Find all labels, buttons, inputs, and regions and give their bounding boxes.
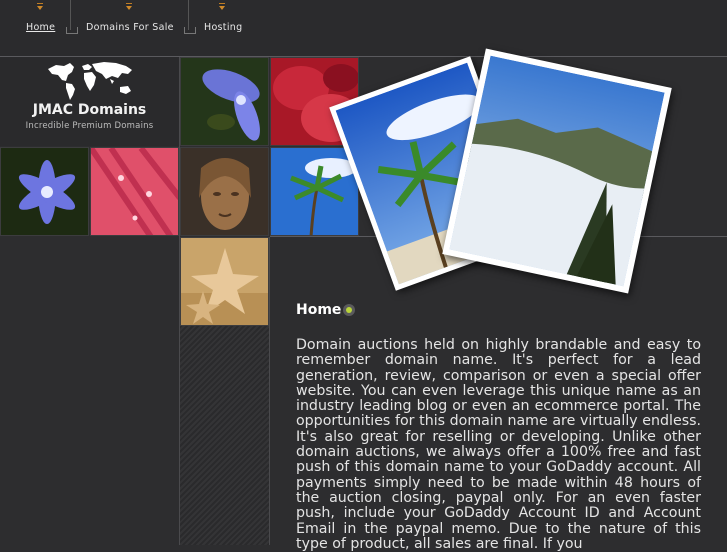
nav-divider-mark bbox=[184, 27, 196, 34]
chevron-down-icon bbox=[37, 3, 43, 10]
blue-flower-image bbox=[1, 148, 88, 235]
nav-divider bbox=[70, 0, 71, 30]
site-title: JMAC Domains bbox=[32, 102, 147, 118]
bullet-icon bbox=[343, 304, 355, 316]
photo-tile-starfish[interactable] bbox=[180, 237, 269, 326]
nav-hosting-link[interactable]: Hosting bbox=[204, 22, 242, 33]
striped-panel bbox=[180, 326, 269, 545]
page-body-text: Domain auctions held on highly brandable… bbox=[296, 337, 701, 552]
nav-home-link[interactable]: Home bbox=[26, 22, 55, 33]
page-title: Home bbox=[296, 302, 342, 318]
site-tagline: Incredible Premium Domains bbox=[25, 121, 154, 131]
palm-trees-image bbox=[271, 148, 358, 235]
photo-tile-palm-trees[interactable] bbox=[270, 147, 359, 236]
statue-face-image bbox=[181, 148, 268, 235]
starfish-image bbox=[181, 238, 268, 325]
chevron-down-icon bbox=[126, 3, 132, 10]
world-map-icon bbox=[48, 62, 132, 100]
coastal-fog-image bbox=[449, 55, 665, 287]
photo-tile-bronze-statue[interactable] bbox=[180, 147, 269, 236]
chevron-down-icon bbox=[219, 3, 225, 10]
nav-divider-mark bbox=[66, 27, 78, 34]
column-divider bbox=[269, 237, 270, 545]
pink-petals-image bbox=[91, 148, 178, 235]
photo-tile-pink-droplets[interactable] bbox=[90, 147, 179, 236]
top-navigation: Home Domains For Sale Hosting bbox=[0, 0, 727, 56]
nav-domains-for-sale-link[interactable]: Domains For Sale bbox=[86, 22, 174, 33]
nav-divider bbox=[188, 0, 189, 30]
blue-flower-image bbox=[181, 58, 268, 145]
site-logo[interactable]: JMAC Domains Incredible Premium Domains bbox=[0, 57, 179, 146]
photo-tile-blue-flower[interactable] bbox=[0, 147, 89, 236]
photo-tile-blue-flower-closeup[interactable] bbox=[180, 57, 269, 146]
